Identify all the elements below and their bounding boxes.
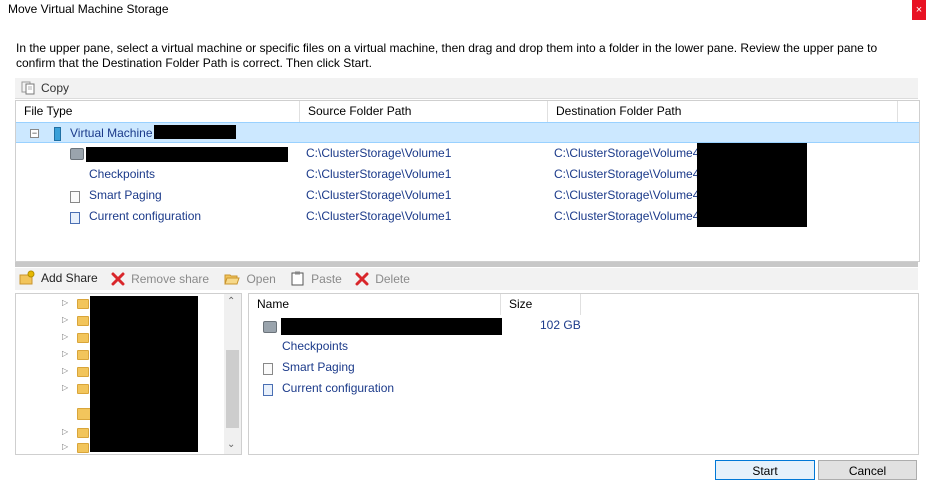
- pane-splitter[interactable]: [15, 262, 918, 267]
- folder-icon: [77, 299, 89, 309]
- vm-row[interactable]: − Virtual Machine: [16, 122, 919, 143]
- row-name: Checkpoints: [89, 167, 156, 181]
- files-pane[interactable]: Name Size 102 GB Checkpoints Smart Pagin…: [248, 293, 919, 455]
- col-file-type[interactable]: File Type: [16, 101, 300, 122]
- folder-icon: [77, 443, 89, 453]
- item-name: Current configuration: [282, 381, 395, 395]
- redacted-disk-name: [281, 318, 502, 335]
- add-share-label: Add Share: [41, 271, 98, 285]
- folder-icon: [77, 428, 89, 438]
- row-source: C:\ClusterStorage\Volume1: [306, 146, 452, 160]
- row-source: C:\ClusterStorage\Volume1: [306, 209, 452, 223]
- list-item[interactable]: Checkpoints: [249, 336, 918, 357]
- database-icon: [54, 126, 61, 141]
- add-share-button[interactable]: Add Share: [19, 268, 98, 288]
- delete-icon: [355, 272, 369, 286]
- paste-icon: [291, 271, 304, 286]
- scroll-up-arrow-icon[interactable]: ⌃: [227, 296, 235, 307]
- lower-toolbar: Add Share Remove share Open Paste Delete: [15, 268, 918, 290]
- collapse-toggle[interactable]: −: [30, 123, 39, 144]
- expand-arrow-icon[interactable]: ▷: [62, 366, 68, 375]
- window-title: Move Virtual Machine Storage: [8, 2, 169, 16]
- document-icon: [263, 361, 273, 375]
- col-size[interactable]: Size: [501, 294, 581, 315]
- col-destination-folder-path[interactable]: Destination Folder Path: [548, 101, 898, 122]
- redacted-folder-names: [90, 296, 198, 452]
- paste-label: Paste: [311, 271, 342, 286]
- delete-label: Delete: [375, 272, 410, 286]
- folder-icon: [77, 333, 89, 343]
- folder-tree[interactable]: ▷ ▷ ▷ ▷ ▷ ▷ ▷ ▷ ⌃ ⌄: [15, 293, 242, 455]
- expand-arrow-icon[interactable]: ▷: [62, 427, 68, 436]
- expand-arrow-icon[interactable]: ▷: [62, 298, 68, 307]
- remove-share-button[interactable]: Remove share: [111, 269, 209, 289]
- instructions-text: In the upper pane, select a virtual mach…: [16, 41, 878, 70]
- copy-button[interactable]: Copy: [21, 78, 69, 98]
- folder-icon: [77, 350, 89, 360]
- remove-icon: [111, 272, 125, 286]
- disk-icon: [70, 146, 84, 160]
- row-source: C:\ClusterStorage\Volume1: [306, 167, 452, 181]
- folder-icon: [77, 367, 89, 377]
- delete-button[interactable]: Delete: [355, 269, 410, 289]
- folder-icon: [77, 408, 91, 420]
- open-button[interactable]: Open: [224, 269, 276, 289]
- list-item[interactable]: 102 GB: [249, 315, 918, 336]
- open-folder-icon: [224, 274, 241, 285]
- redacted-destination: [697, 143, 807, 227]
- col-name[interactable]: Name: [249, 294, 501, 315]
- row-name: Current configuration: [89, 209, 202, 223]
- close-button[interactable]: ×: [912, 0, 926, 20]
- config-icon: [70, 210, 80, 224]
- expand-arrow-icon[interactable]: ▷: [62, 315, 68, 324]
- expand-arrow-icon[interactable]: ▷: [62, 442, 68, 451]
- config-icon: [263, 382, 273, 396]
- cancel-button[interactable]: Cancel: [818, 460, 917, 480]
- list-item[interactable]: Current configuration: [249, 378, 918, 399]
- remove-share-label: Remove share: [131, 272, 210, 286]
- item-size: 102 GB: [540, 318, 581, 332]
- copy-icon: [21, 81, 35, 95]
- item-name: Smart Paging: [282, 360, 355, 374]
- expand-arrow-icon[interactable]: ▷: [62, 383, 68, 392]
- vm-label: Virtual Machine: [70, 126, 153, 140]
- row-destination: C:\ClusterStorage\Volume4: [554, 167, 700, 181]
- row-destination: C:\ClusterStorage\Volume4: [554, 209, 700, 223]
- folder-icon: [77, 316, 89, 326]
- row-source: C:\ClusterStorage\Volume1: [306, 188, 452, 202]
- list-item[interactable]: Smart Paging: [249, 357, 918, 378]
- row-destination: C:\ClusterStorage\Volume4: [554, 146, 700, 160]
- col-source-folder-path[interactable]: Source Folder Path: [300, 101, 548, 122]
- item-name: Checkpoints: [282, 339, 349, 353]
- copy-label: Copy: [41, 81, 70, 95]
- add-share-icon: [19, 270, 35, 285]
- tree-scroll-thumb[interactable]: [226, 350, 239, 428]
- paste-button[interactable]: Paste: [291, 269, 342, 289]
- upper-toolbar: Copy: [15, 78, 918, 99]
- redacted-vm-name: [154, 125, 236, 139]
- redacted-disk-name: [86, 147, 288, 162]
- folder-icon: [77, 384, 89, 394]
- open-label: Open: [246, 272, 276, 286]
- start-button[interactable]: Start: [715, 460, 815, 480]
- minus-icon: −: [30, 128, 39, 139]
- expand-arrow-icon[interactable]: ▷: [62, 349, 68, 358]
- row-name: Smart Paging: [89, 188, 162, 202]
- scroll-down-arrow-icon[interactable]: ⌄: [227, 439, 235, 450]
- upper-pane[interactable]: File Type Source Folder Path Destination…: [15, 100, 920, 262]
- disk-icon: [263, 319, 277, 333]
- tree-scrollbar[interactable]: ⌃ ⌄: [224, 294, 241, 454]
- document-icon: [70, 189, 80, 203]
- expand-arrow-icon[interactable]: ▷: [62, 332, 68, 341]
- row-destination: C:\ClusterStorage\Volume4: [554, 188, 700, 202]
